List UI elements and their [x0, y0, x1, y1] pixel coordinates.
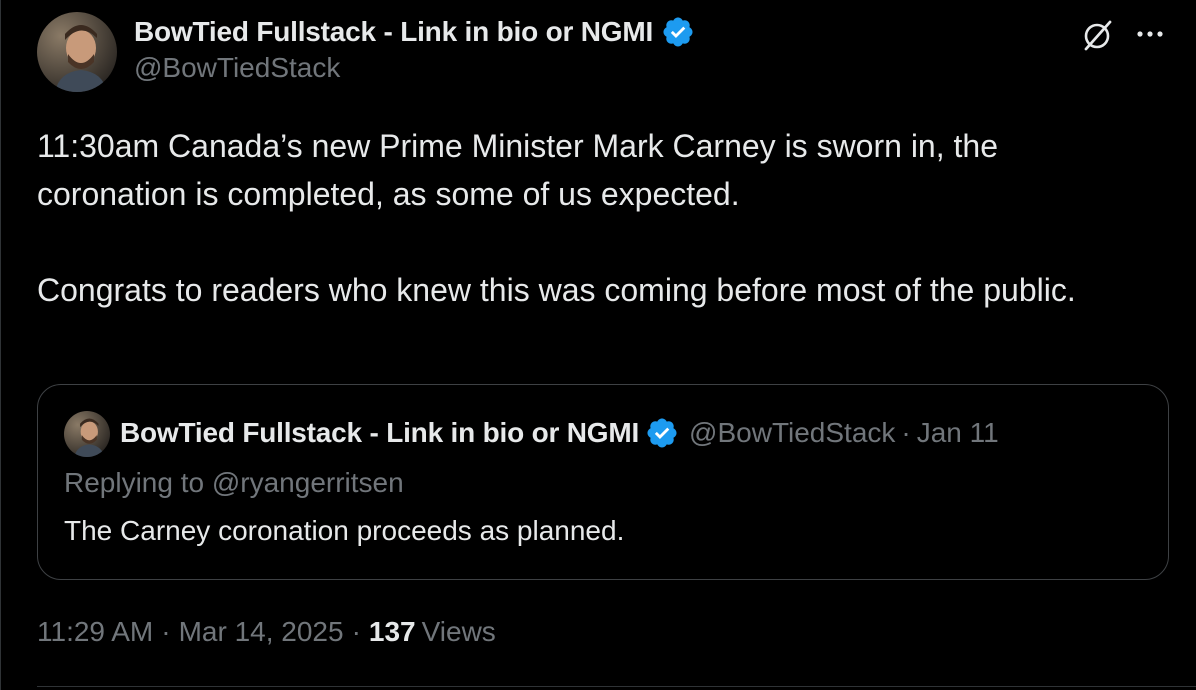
divider	[37, 686, 1196, 687]
separator-dot: ·	[351, 616, 361, 647]
verified-badge-icon	[645, 416, 679, 450]
replying-to-label: Replying to @ryangerritsen	[64, 467, 404, 498]
author-handle[interactable]: @BowTiedStack	[134, 52, 340, 84]
author-name-row[interactable]: BowTied Fullstack - Link in bio or NGMI	[134, 14, 695, 50]
author-avatar[interactable]	[37, 12, 117, 92]
tweet-card: BowTied Fullstack - Link in bio or NGMI …	[0, 0, 1196, 690]
tweet-date[interactable]: Mar 14, 2025	[179, 616, 344, 648]
quoted-tweet-header: BowTied Fullstack - Link in bio or NGMI …	[120, 413, 999, 453]
more-options-icon[interactable]	[1133, 18, 1167, 52]
quoted-tweet-text: The Carney coronation proceeds as planne…	[64, 515, 625, 546]
tweet-paragraph: 11:30am Canada’s new Prime Minister Mark…	[37, 128, 998, 212]
author-name[interactable]: BowTied Fullstack - Link in bio or NGMI	[134, 16, 653, 48]
quoted-author-handle: @BowTiedStack	[689, 417, 896, 448]
quoted-author-avatar	[64, 411, 110, 457]
separator-dot: ·	[161, 616, 171, 647]
tweet-body: 11:30am Canada’s new Prime Minister Mark…	[37, 122, 1147, 314]
tweet-time[interactable]: 11:29 AM	[37, 616, 153, 648]
views-count[interactable]: 137	[369, 616, 416, 648]
tweet-meta: 11:29 AM · Mar 14, 2025 · 137 Views	[37, 616, 496, 648]
views-label[interactable]: Views	[422, 616, 496, 648]
verified-badge-icon[interactable]	[661, 15, 695, 49]
separator-dot: ·	[901, 417, 911, 448]
tweet-paragraph: Congrats to readers who knew this was co…	[37, 272, 1076, 308]
quoted-author-name: BowTied Fullstack - Link in bio or NGMI	[120, 417, 640, 448]
quoted-tweet[interactable]: BowTied Fullstack - Link in bio or NGMI …	[37, 384, 1169, 580]
quoted-tweet-date: Jan 11	[916, 417, 999, 448]
grok-icon[interactable]	[1080, 18, 1114, 52]
